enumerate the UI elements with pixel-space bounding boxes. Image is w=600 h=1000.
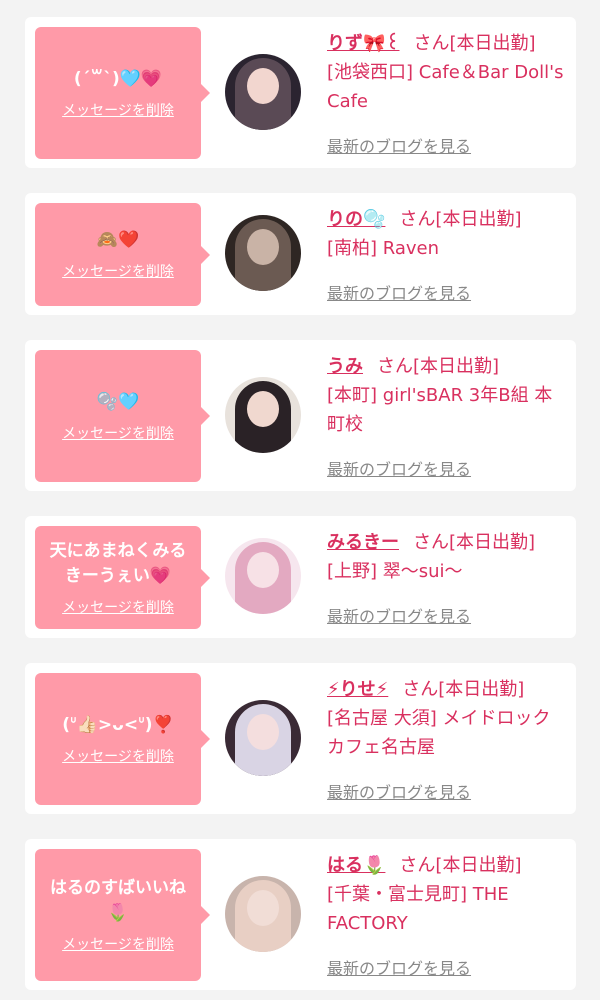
- message-text: 🫧🩵: [96, 391, 140, 412]
- avatar-face: [247, 714, 279, 750]
- message-text: 🙈❤️: [96, 230, 140, 250]
- avatar[interactable]: [225, 876, 301, 952]
- shop-name: [上野] 翠〜sui〜: [327, 561, 463, 582]
- message-bubble: 天にあまねくみるきーうぇい💗 メッセージを削除: [35, 526, 201, 629]
- avatar[interactable]: [225, 215, 301, 291]
- message-text: (ᐡ👍🏻>ᴗ<ᐡ)❣️: [62, 714, 174, 735]
- latest-blog-link[interactable]: 最新のブログを見る: [327, 779, 471, 803]
- delete-message-link[interactable]: メッセージを削除: [62, 423, 174, 443]
- cast-info: みるきー さん[本日出勤] [上野] 翠〜sui〜: [327, 528, 568, 586]
- message-card: (ᐡ👍🏻>ᴗ<ᐡ)❣️ メッセージを削除 ⚡りせ⚡ さん[本日出勤] [名古屋 大…: [25, 663, 576, 814]
- cast-name-link[interactable]: みるきー: [327, 532, 399, 553]
- message-bubble: 🫧🩵 メッセージを削除: [35, 350, 201, 482]
- cast-info: ⚡りせ⚡ さん[本日出勤] [名古屋 大須] メイドロックカフェ名古屋: [327, 675, 568, 762]
- message-bubble: 🙈❤️ メッセージを削除: [35, 203, 201, 306]
- avatar[interactable]: [225, 377, 301, 453]
- delete-message-link[interactable]: メッセージを削除: [62, 100, 174, 120]
- cast-info: りず🎀꒰ さん[本日出勤] [池袋西口] Cafe＆Bar Doll's Cafe: [327, 29, 568, 116]
- message-card: 🫧🩵 メッセージを削除 うみ さん[本日出勤] [本町] girl'sBAR 3年…: [25, 340, 576, 491]
- message-text: 天にあまねくみるきーうぇい💗: [49, 540, 187, 586]
- message-bubble: (ᐡ👍🏻>ᴗ<ᐡ)❣️ メッセージを削除: [35, 673, 201, 805]
- delete-message-link[interactable]: メッセージを削除: [62, 261, 174, 281]
- cast-info: はる🌷 さん[本日出勤] [千葉・富士見町] THE FACTORY: [327, 851, 568, 938]
- shop-name: [千葉・富士見町] THE FACTORY: [327, 884, 509, 934]
- cast-info: うみ さん[本日出勤] [本町] girl'sBAR 3年B組 本町校: [327, 352, 568, 439]
- cast-name-link[interactable]: うみ: [327, 356, 363, 377]
- avatar-face: [247, 890, 279, 926]
- shop-name: [名古屋 大須] メイドロックカフェ名古屋: [327, 708, 551, 758]
- message-text: はるのすばいいね🌷: [50, 878, 186, 923]
- latest-blog-link[interactable]: 最新のブログを見る: [327, 456, 471, 480]
- avatar[interactable]: [225, 538, 301, 614]
- delete-message-link[interactable]: メッセージを削除: [62, 934, 174, 954]
- message-text: (ˊ꒳ˋ)🩵💗: [73, 68, 163, 89]
- message-list: (ˊ꒳ˋ)🩵💗 メッセージを削除 りず🎀꒰ さん[本日出勤] [池袋西口] Caf…: [0, 0, 600, 990]
- avatar[interactable]: [225, 700, 301, 776]
- message-card: (ˊ꒳ˋ)🩵💗 メッセージを削除 りず🎀꒰ さん[本日出勤] [池袋西口] Caf…: [25, 17, 576, 168]
- latest-blog-link[interactable]: 最新のブログを見る: [327, 133, 471, 157]
- shop-name: [本町] girl'sBAR 3年B組 本町校: [327, 385, 553, 435]
- shop-name: [南柏] Raven: [327, 238, 440, 259]
- status-label: さん[本日出勤]: [377, 356, 500, 377]
- latest-blog-link[interactable]: 最新のブログを見る: [327, 955, 471, 979]
- avatar-face: [247, 391, 279, 427]
- message-bubble: はるのすばいいね🌷 メッセージを削除: [35, 849, 201, 981]
- message-card: 🙈❤️ メッセージを削除 りの🫧 さん[本日出勤] [南柏] Raven 最新のブ…: [25, 193, 576, 315]
- avatar[interactable]: [225, 54, 301, 130]
- message-bubble: (ˊ꒳ˋ)🩵💗 メッセージを削除: [35, 27, 201, 159]
- avatar-face: [247, 552, 279, 588]
- avatar-face: [247, 229, 279, 265]
- status-label: さん[本日出勤]: [413, 532, 536, 553]
- status-label: さん[本日出勤]: [413, 33, 536, 54]
- cast-name-link[interactable]: りの🫧: [327, 209, 385, 230]
- delete-message-link[interactable]: メッセージを削除: [62, 746, 174, 766]
- cast-name-link[interactable]: りず🎀꒰: [327, 33, 399, 54]
- delete-message-link[interactable]: メッセージを削除: [62, 597, 174, 617]
- cast-name-link[interactable]: はる🌷: [327, 855, 385, 876]
- status-label: さん[本日出勤]: [399, 855, 522, 876]
- status-label: さん[本日出勤]: [399, 209, 522, 230]
- message-card: 天にあまねくみるきーうぇい💗 メッセージを削除 みるきー さん[本日出勤] [上野…: [25, 516, 576, 638]
- latest-blog-link[interactable]: 最新のブログを見る: [327, 603, 471, 627]
- status-label: さん[本日出勤]: [402, 679, 525, 700]
- shop-name: [池袋西口] Cafe＆Bar Doll's Cafe: [327, 62, 564, 112]
- cast-info: りの🫧 さん[本日出勤] [南柏] Raven: [327, 205, 568, 263]
- cast-name-link[interactable]: ⚡りせ⚡: [327, 679, 388, 700]
- avatar-face: [247, 68, 279, 104]
- latest-blog-link[interactable]: 最新のブログを見る: [327, 280, 471, 304]
- message-card: はるのすばいいね🌷 メッセージを削除 はる🌷 さん[本日出勤] [千葉・富士見町]…: [25, 839, 576, 990]
